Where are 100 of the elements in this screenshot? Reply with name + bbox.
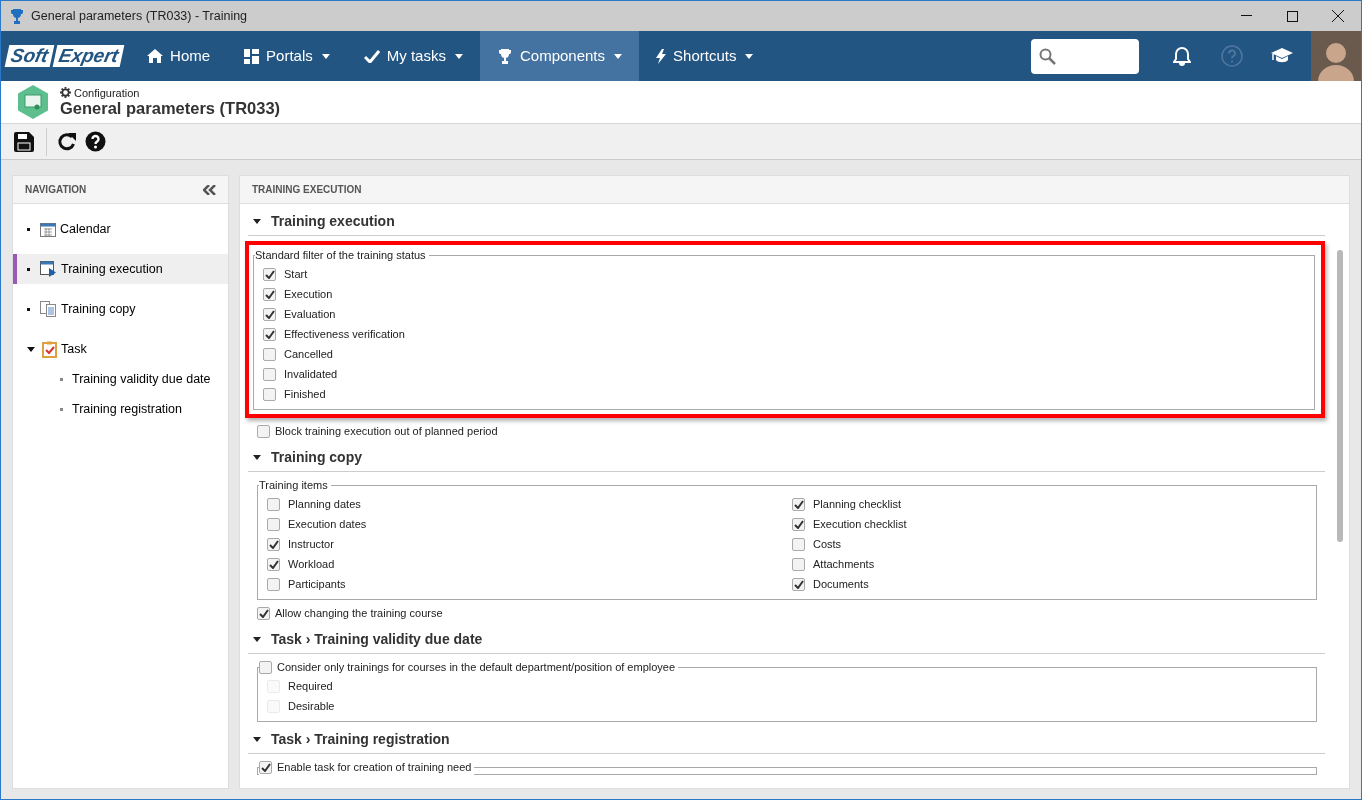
section-title: Training copy — [271, 448, 362, 467]
collapse-caret-icon[interactable] — [253, 637, 261, 642]
checkbox[interactable] — [263, 347, 276, 361]
checkbox[interactable] — [259, 660, 272, 674]
option-label: Effectiveness verification — [284, 326, 405, 342]
trophy-icon — [496, 48, 513, 64]
lightning-icon — [656, 48, 667, 64]
group-label: Standard filter of the training status — [255, 247, 426, 263]
option-label: Execution dates — [288, 516, 367, 532]
gear-icon — [60, 87, 71, 98]
section-header[interactable]: Training copy — [248, 444, 1325, 472]
refresh-icon — [57, 131, 77, 152]
option-label: Planning checklist — [813, 496, 902, 512]
trophy-icon — [9, 8, 25, 24]
clipboard-check-icon — [42, 340, 57, 358]
minimize-icon[interactable] — [1240, 15, 1252, 17]
checkbox[interactable] — [263, 327, 276, 341]
checkbox[interactable] — [257, 424, 270, 438]
option-label: Cancelled — [284, 346, 333, 362]
collapse-caret-icon[interactable] — [253, 737, 261, 742]
checkbox[interactable] — [267, 557, 280, 571]
graduation-cap-icon — [1271, 48, 1293, 64]
close-icon[interactable] — [1332, 10, 1344, 22]
menu-item[interactable]: Shortcuts — [639, 31, 771, 81]
option-label: Evaluation — [284, 306, 336, 322]
group-label: Enable task for creation of training need — [277, 759, 472, 775]
checkbox[interactable] — [263, 267, 276, 281]
navigation-subitem[interactable]: Training validity due date — [13, 364, 228, 394]
checkbox[interactable] — [792, 557, 805, 571]
bullet-icon — [60, 377, 63, 381]
option-label: Invalidated — [284, 366, 338, 382]
option-label: Execution — [284, 286, 333, 302]
help-icon — [1221, 45, 1243, 67]
window-play-icon — [40, 261, 57, 277]
checkbox[interactable] — [263, 287, 276, 301]
logo[interactable]: Soft Expert — [1, 31, 131, 81]
bullet-icon — [27, 307, 30, 311]
checkbox[interactable] — [263, 367, 276, 381]
maximize-icon[interactable] — [1286, 10, 1298, 22]
option-label: Documents — [813, 576, 869, 592]
breadcrumb-text: Configuration — [74, 86, 140, 99]
checkbox[interactable] — [263, 387, 276, 401]
help-icon — [85, 131, 106, 152]
calendar-icon — [40, 221, 56, 237]
expand-caret-icon[interactable] — [27, 346, 35, 352]
collapse-button[interactable] — [203, 184, 216, 195]
option-label: Costs — [813, 536, 842, 552]
checkbox[interactable] — [792, 577, 805, 591]
section-title: Task › Training registration — [271, 730, 450, 749]
option-label: Attachments — [813, 556, 875, 572]
page-title: General parameters (TR033) — [60, 98, 281, 118]
section-header[interactable]: Training execution — [248, 208, 1325, 236]
group-label: Training items — [259, 477, 328, 493]
checkbox[interactable] — [792, 497, 805, 511]
panel-title: NAVIGATION — [25, 183, 87, 197]
checkbox[interactable] — [267, 517, 280, 531]
home-icon — [147, 49, 164, 63]
documents-icon — [40, 301, 57, 317]
checkbox[interactable] — [267, 497, 280, 511]
checkbox[interactable] — [792, 517, 805, 531]
panel-title: TRAINING EXECUTION — [252, 183, 362, 197]
group-label: Consider only trainings for courses in the default department/position of employee — [277, 659, 676, 675]
navigation-item[interactable]: Task — [13, 334, 228, 364]
checkbox[interactable] — [267, 537, 280, 551]
scrollbar[interactable] — [1337, 250, 1343, 542]
option-label: Execution checklist — [813, 516, 907, 532]
option-label: Start — [284, 266, 308, 282]
breadcrumb[interactable]: Configuration — [60, 86, 281, 99]
checkbox[interactable] — [263, 307, 276, 321]
bullet-icon — [27, 267, 30, 271]
search-field[interactable] — [1031, 38, 1139, 74]
bullet-icon — [60, 407, 63, 411]
section-title: Training execution — [271, 212, 395, 231]
collapse-caret-icon[interactable] — [253, 219, 261, 224]
navigation-item[interactable]: Training copy — [13, 294, 228, 324]
option-label: Block training execution out of planned period — [275, 423, 498, 439]
section-title: Task › Training validity due date — [271, 630, 483, 649]
menu-item[interactable]: Components — [479, 31, 640, 81]
navigation-item[interactable]: Calendar — [13, 214, 228, 244]
menu-item[interactable]: My tasks — [346, 31, 480, 81]
menu-item[interactable]: Home — [130, 31, 228, 81]
checkbox[interactable] — [267, 577, 280, 591]
navigation-item[interactable]: Training execution — [13, 254, 228, 284]
certificate-icon — [18, 85, 48, 119]
option-label: Finished — [284, 386, 326, 402]
checkbox[interactable] — [257, 606, 270, 620]
menu-item[interactable]: Portals — [227, 31, 347, 81]
section-header[interactable]: Task › Training registration — [248, 726, 1325, 754]
collapse-caret-icon[interactable] — [253, 455, 261, 460]
option-label: Desirable — [288, 698, 335, 714]
option-label: Workload — [288, 556, 335, 572]
option-label: Participants — [288, 576, 346, 592]
section-header[interactable]: Task › Training validity due date — [248, 626, 1325, 654]
check-icon — [363, 49, 380, 63]
window-title: General parameters (TR033) - Training — [31, 7, 248, 25]
checkbox[interactable] — [259, 760, 272, 774]
checkbox[interactable] — [792, 537, 805, 551]
navigation-subitem[interactable]: Training registration — [13, 394, 228, 424]
option-label: Planning dates — [288, 496, 361, 512]
option-label: Required — [288, 678, 333, 694]
